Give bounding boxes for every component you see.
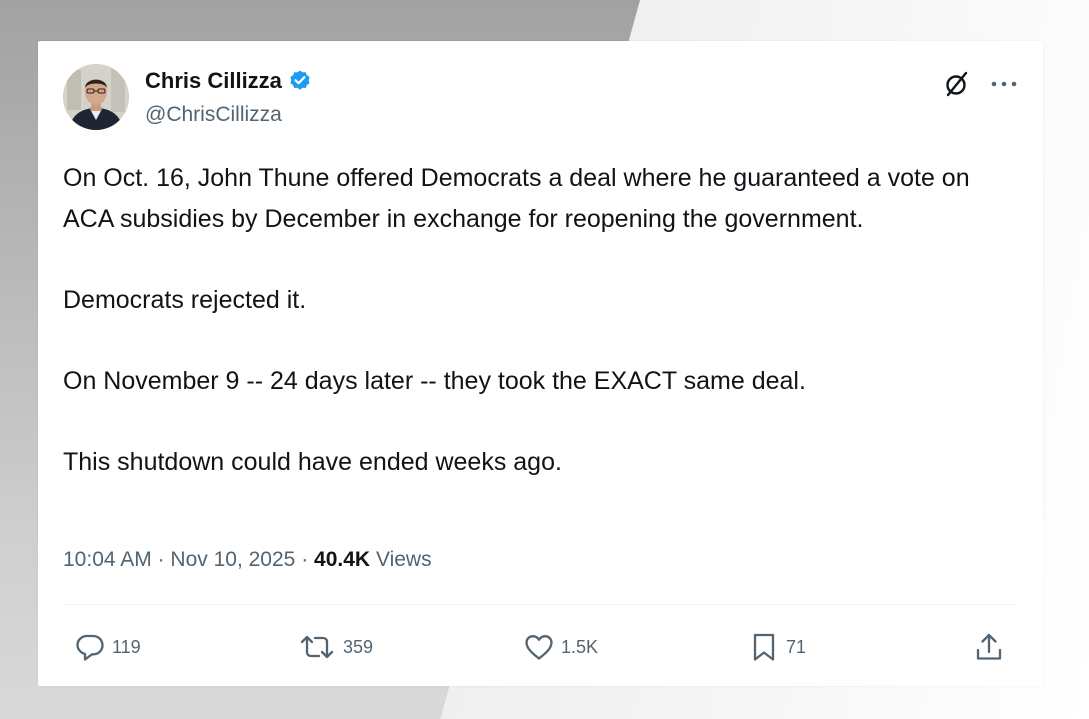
tweet-paragraph-3: On November 9 -- 24 days later -- they t… <box>63 366 806 395</box>
tweet-paragraph-4: This shutdown could have ended weeks ago… <box>63 447 562 476</box>
share-icon <box>976 633 1002 660</box>
repost-icon <box>300 635 334 659</box>
avatar-portrait <box>63 64 129 130</box>
action-bar: 119 359 1.5K 71 <box>38 631 1043 667</box>
divider <box>63 604 1018 605</box>
tweet-time[interactable]: 10:04 AM <box>63 548 152 571</box>
grok-icon[interactable] <box>942 69 972 99</box>
repost-count: 359 <box>343 636 374 657</box>
reply-count: 119 <box>112 636 141 657</box>
tweet-card[interactable]: Chris Cillizza @ChrisCillizza On Oct. 16… <box>38 41 1043 686</box>
more-icon[interactable] <box>990 79 1018 89</box>
views-label: Views <box>375 548 432 571</box>
author-name[interactable]: Chris Cillizza <box>145 68 282 94</box>
tweet-text: On Oct. 16, John Thune offered Democrats… <box>63 158 1023 482</box>
reply-button[interactable]: 119 <box>74 631 141 663</box>
bookmark-count: 71 <box>786 636 807 657</box>
bookmark-icon <box>753 633 775 661</box>
tweet-header-actions <box>942 69 1018 99</box>
bookmark-button[interactable]: 71 <box>748 631 806 663</box>
meta-separator: · <box>301 548 309 571</box>
tweet-meta: 10:04 AM · Nov 10, 2025 · 40.4K Views <box>63 548 432 572</box>
repost-button[interactable]: 359 <box>297 631 373 663</box>
meta-separator: · <box>157 548 165 571</box>
views-count: 40.4K <box>314 548 371 571</box>
tweet-paragraph-1: On Oct. 16, John Thune offered Democrats… <box>63 164 970 233</box>
author-name-row[interactable]: Chris Cillizza <box>145 68 312 94</box>
author-handle[interactable]: @ChrisCillizza <box>145 103 282 127</box>
tweet-paragraph-2: Democrats rejected it. <box>63 285 307 314</box>
verified-badge-icon[interactable] <box>288 69 312 93</box>
like-button[interactable]: 1.5K <box>523 631 598 663</box>
like-count: 1.5K <box>561 636 599 657</box>
avatar[interactable] <box>63 64 129 130</box>
tweet-date[interactable]: Nov 10, 2025 <box>170 548 295 571</box>
reply-icon <box>76 634 104 661</box>
like-icon <box>525 635 553 660</box>
share-button[interactable] <box>973 631 1005 663</box>
